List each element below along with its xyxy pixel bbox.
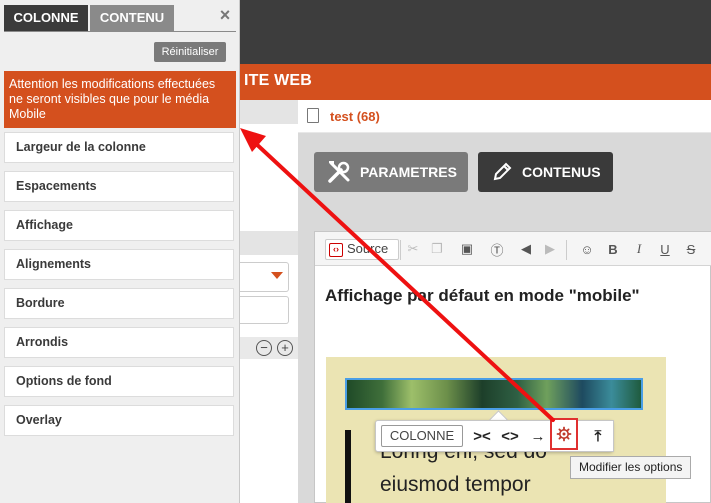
reset-button[interactable]: Réinitialiser <box>154 42 226 62</box>
underline-icon[interactable]: U <box>656 239 674 259</box>
menu-item-espacements[interactable]: Espacements <box>4 171 234 202</box>
editor-heading[interactable]: Affichage par défaut en mode "mobile" <box>325 286 640 306</box>
menu-item-bordure[interactable]: Bordure <box>4 288 234 319</box>
menu-item-largeur[interactable]: Largeur de la colonne <box>4 132 234 163</box>
tab-contenu[interactable]: CONTENU <box>90 5 174 31</box>
zoom-in-icon[interactable]: + <box>277 340 293 356</box>
expand-icon[interactable]: <> <box>499 425 521 447</box>
tab-colonne[interactable]: COLONNE <box>4 5 88 31</box>
strikethrough-icon[interactable]: S <box>682 239 700 259</box>
source-icon: ‹› <box>329 243 343 257</box>
redo-icon[interactable]: ▶ <box>541 239 559 259</box>
arrow-right-icon[interactable]: → <box>527 425 549 447</box>
tools-icon <box>328 161 350 183</box>
breadcrumb-link[interactable]: test (68) <box>330 109 380 124</box>
paste-icon[interactable]: ▣ <box>458 239 476 259</box>
move-up-icon[interactable]: ⤒ <box>587 425 609 447</box>
cut-icon[interactable]: ✂ <box>404 239 422 259</box>
pencil-icon <box>493 162 512 181</box>
column-header-strip <box>240 100 298 124</box>
menu-item-options-de-fond[interactable]: Options de fond <box>4 366 234 397</box>
gear-icon <box>556 426 572 442</box>
caret-down-icon <box>271 272 283 279</box>
document-icon <box>307 108 319 123</box>
contenus-label: CONTENUS <box>522 164 601 180</box>
menu-item-affichage[interactable]: Affichage <box>4 210 234 241</box>
colonne-button[interactable]: COLONNE <box>381 425 463 447</box>
menu-item-overlay[interactable]: Overlay <box>4 405 234 436</box>
tooltip: Modifier les options <box>570 456 692 479</box>
zoom-out-icon[interactable]: − <box>256 340 272 356</box>
site-title: ITE WEB <box>244 72 313 89</box>
italic-icon[interactable]: I <box>630 239 648 259</box>
close-icon[interactable]: × <box>216 5 234 25</box>
parametres-button[interactable]: PARAMETRES <box>314 152 468 192</box>
quote-bar <box>345 430 351 503</box>
overlay-text-line[interactable]: eiusmod tempor <box>380 473 531 497</box>
remove-format-icon[interactable]: Ⓣ <box>488 239 506 259</box>
parametres-label: PARAMETRES <box>360 164 457 180</box>
bird-image[interactable] <box>345 378 643 410</box>
undo-icon[interactable]: ◀ <box>517 239 535 259</box>
menu-item-alignements[interactable]: Alignements <box>4 249 234 280</box>
shrink-icon[interactable]: >< <box>471 425 493 447</box>
tab-underline <box>4 31 236 32</box>
gear-button[interactable] <box>550 418 578 450</box>
bold-icon[interactable]: B <box>604 239 622 259</box>
text-input[interactable] <box>240 296 289 324</box>
warning-message: Attention les modifications effectuées n… <box>4 71 236 128</box>
menu-item-arrondis[interactable]: Arrondis <box>4 327 234 358</box>
copy-icon[interactable]: ❐ <box>428 239 446 259</box>
column-section-strip <box>240 231 298 255</box>
emoji-icon[interactable]: ☺ <box>578 239 596 259</box>
source-label: Source <box>347 241 389 256</box>
contenus-button[interactable]: CONTENUS <box>478 152 613 192</box>
